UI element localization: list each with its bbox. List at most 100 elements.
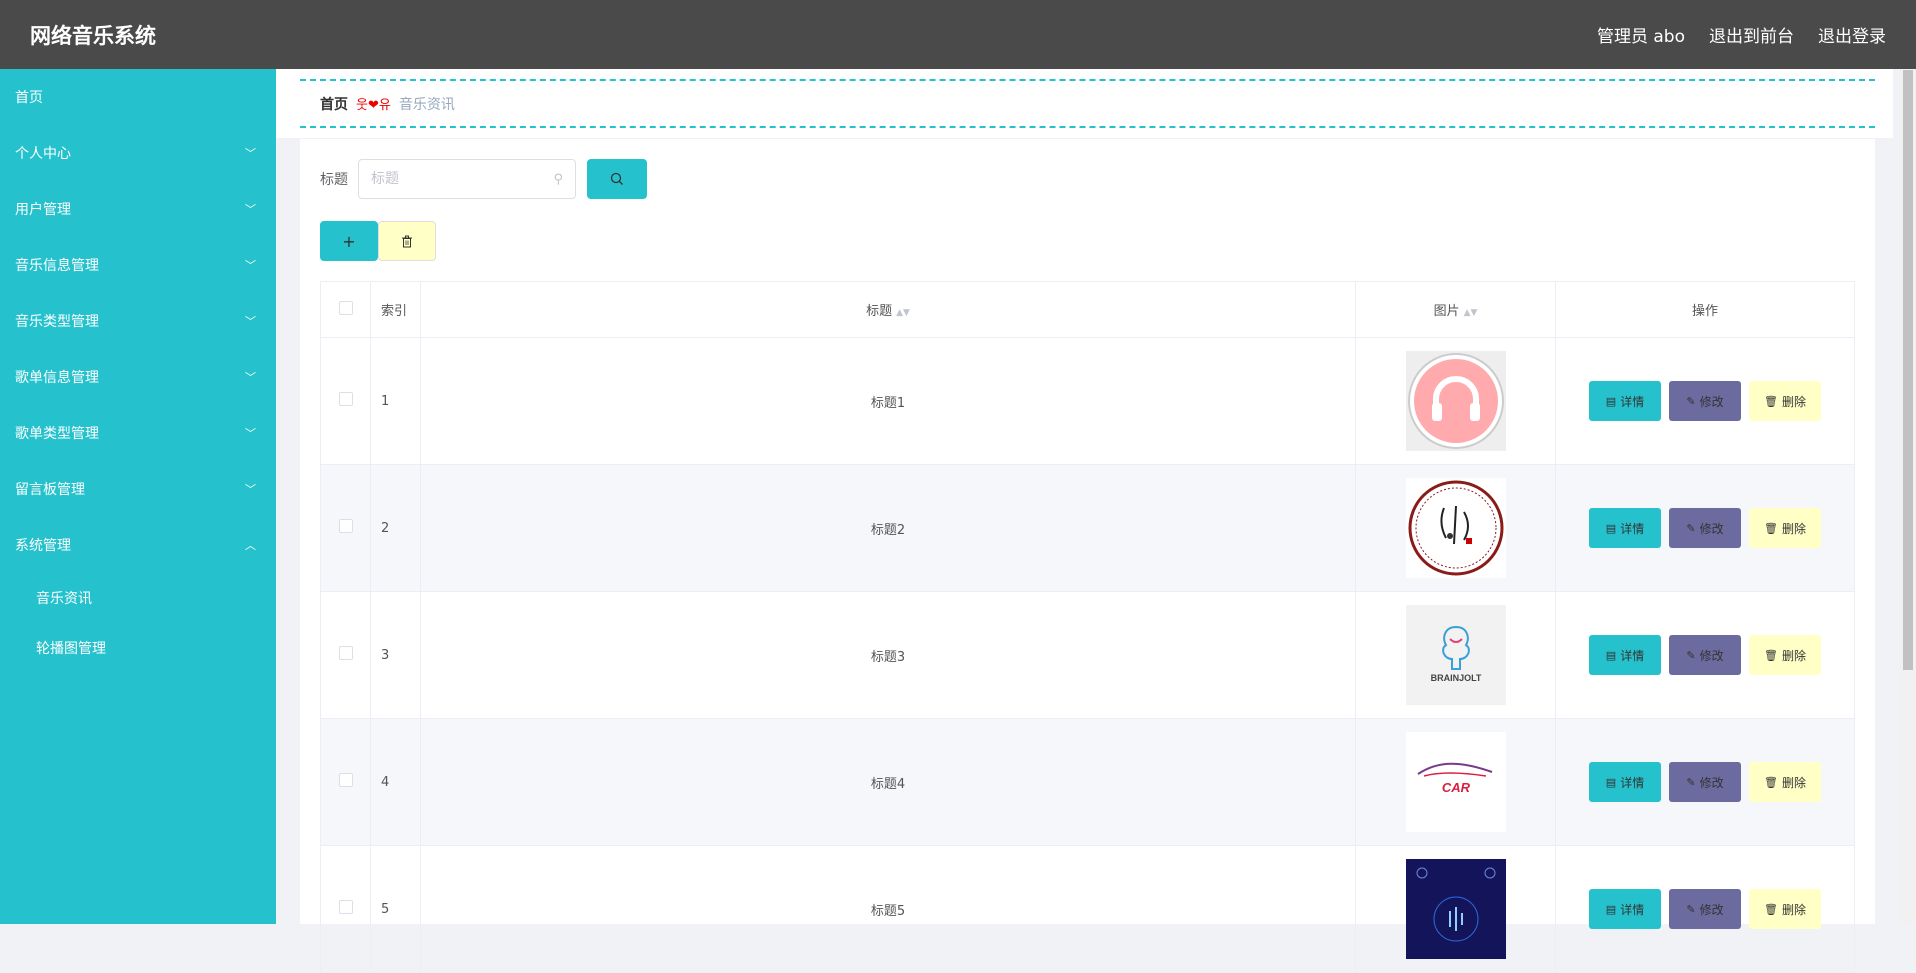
row-action-group: ▤ 详情 ✎ 修改 🗑 删除	[1556, 381, 1854, 421]
main-area: 首页 웃❤유 音乐资讯 标题 ⚲ +	[276, 69, 1893, 973]
sidebar-item-message-board[interactable]: 留言板管理 ﹀	[0, 461, 276, 517]
row-checkbox[interactable]	[338, 773, 353, 787]
chevron-down-icon: ﹀	[245, 427, 256, 440]
sidebar-item-system[interactable]: 系统管理 ︿	[0, 517, 276, 573]
select-all-checkbox[interactable]	[338, 300, 353, 315]
row-actions: ▤ 详情 ✎ 修改 🗑 删除	[1555, 464, 1855, 592]
delete-button[interactable]: 🗑 删除	[1749, 635, 1821, 675]
delete-label: 删除	[1781, 775, 1806, 790]
row-index: 3	[370, 591, 421, 719]
edit-label: 修改	[1699, 775, 1724, 790]
edit-button[interactable]: ✎ 修改	[1669, 381, 1741, 421]
search-input[interactable]	[371, 171, 531, 187]
row-checkbox[interactable]	[338, 392, 353, 406]
sidebar-item-label: 个人中心	[15, 146, 71, 162]
headphones-icon	[1407, 353, 1504, 449]
search-icon: ⚲	[553, 171, 563, 187]
delete-label: 删除	[1781, 648, 1806, 663]
app-title: 网络音乐系统	[30, 23, 156, 48]
chevron-down-icon: ﹀	[245, 147, 256, 160]
delete-button[interactable]: 🗑 删除	[1749, 889, 1821, 929]
sidebar-subitem-carousel[interactable]: 轮播图管理	[0, 623, 276, 673]
row-select-cell	[320, 337, 371, 465]
sidebar-item-label: 留言板管理	[15, 482, 85, 498]
delete-button[interactable]: 🗑 删除	[1749, 381, 1821, 421]
row-image-cell	[1355, 464, 1556, 592]
delete-button[interactable]: 🗑 删除	[1749, 508, 1821, 548]
table-row: 4 标题4 CAR ▤ 详情 ✎ 修改 🗑 删除	[320, 718, 1855, 846]
sidebar-item-playlist-type[interactable]: 歌单类型管理 ﹀	[0, 405, 276, 461]
scrollbar-thumb[interactable]	[1903, 70, 1913, 670]
row-actions: ▤ 详情 ✎ 修改 🗑 删除	[1555, 337, 1855, 465]
image-header-label: 图片	[1433, 304, 1460, 319]
exit-to-front-link[interactable]: 退出到前台	[1709, 22, 1794, 47]
sort-icon[interactable]: ▲▼	[896, 308, 910, 318]
image-header[interactable]: 图片 ▲▼	[1355, 281, 1556, 338]
vertical-scrollbar[interactable]	[1900, 69, 1916, 924]
search-field[interactable]: ⚲	[358, 159, 576, 199]
document-icon: ▤	[1605, 521, 1617, 535]
sidebar: 首页 个人中心 ﹀ 用户管理 ﹀ 音乐信息管理 ﹀ 音乐类型管理 ﹀ 歌单信息管…	[0, 69, 276, 924]
detail-button[interactable]: ▤ 详情	[1589, 635, 1661, 675]
detail-button[interactable]: ▤ 详情	[1589, 508, 1661, 548]
edit-button[interactable]: ✎ 修改	[1669, 635, 1741, 675]
edit-button[interactable]: ✎ 修改	[1669, 889, 1741, 929]
row-title: 标题5	[420, 845, 1356, 973]
row-title: 标题4	[420, 718, 1356, 846]
row-title: 标题3	[420, 591, 1356, 719]
edit-button[interactable]: ✎ 修改	[1669, 508, 1741, 548]
top-bar: 网络音乐系统 管理员 abo 退出到前台 退出登录	[0, 0, 1916, 69]
row-checkbox[interactable]	[338, 519, 353, 533]
search-form: 标题 ⚲	[320, 159, 647, 199]
table-header-row: 索引 标题 ▲▼ 图片 ▲▼ 操作	[320, 281, 1855, 338]
edit-label: 修改	[1699, 902, 1724, 917]
breadcrumb-home[interactable]: 首页	[320, 94, 348, 114]
chevron-down-icon: ﹀	[245, 203, 256, 216]
detail-button[interactable]: ▤ 详情	[1589, 381, 1661, 421]
trash-icon: 🗑	[1764, 394, 1778, 408]
edit-icon: ✎	[1686, 648, 1696, 662]
batch-delete-button[interactable]	[378, 221, 436, 261]
row-checkbox[interactable]	[338, 646, 353, 660]
row-image-cell: BRAINJOLT	[1355, 591, 1556, 719]
sidebar-item-label: 音乐类型管理	[15, 314, 99, 330]
trash-icon: 🗑	[1764, 648, 1778, 662]
sidebar-subitem-music-news[interactable]: 音乐资讯	[0, 573, 276, 623]
title-header[interactable]: 标题 ▲▼	[420, 281, 1356, 338]
row-checkbox[interactable]	[338, 900, 353, 914]
sidebar-subitem-label: 轮播图管理	[36, 641, 106, 657]
detail-button[interactable]: ▤ 详情	[1589, 762, 1661, 802]
select-all-cell	[320, 281, 371, 338]
sidebar-item-music-info[interactable]: 音乐信息管理 ﹀	[0, 237, 276, 293]
toolbar: +	[320, 221, 436, 261]
search-button[interactable]	[587, 159, 647, 199]
edit-label: 修改	[1699, 521, 1724, 536]
search-icon	[610, 172, 623, 185]
sidebar-item-music-type[interactable]: 音乐类型管理 ﹀	[0, 293, 276, 349]
detail-button[interactable]: ▤ 详情	[1589, 889, 1661, 929]
row-image-cell	[1355, 337, 1556, 465]
row-action-group: ▤ 详情 ✎ 修改 🗑 删除	[1556, 762, 1854, 802]
sidebar-item-label: 系统管理	[15, 538, 71, 554]
trash-icon	[402, 235, 412, 247]
logout-link[interactable]: 退出登录	[1818, 22, 1886, 47]
car-logo-icon: CAR	[1416, 762, 1492, 795]
table-row: 3 标题3 BRAINJOLT ▤ 详情 ✎ 修改 🗑 删除	[320, 591, 1855, 719]
seal-logo-icon	[1408, 480, 1503, 576]
table-row: 1 标题1 ▤ 详情 ✎ 修改 🗑 删除	[320, 337, 1855, 465]
actions-header: 操作	[1555, 281, 1855, 338]
edit-icon: ✎	[1686, 775, 1696, 789]
sidebar-item-playlist-info[interactable]: 歌单信息管理 ﹀	[0, 349, 276, 405]
add-button[interactable]: +	[320, 221, 378, 261]
row-index: 5	[370, 845, 421, 973]
sidebar-item-home[interactable]: 首页	[0, 69, 276, 125]
row-image-cell	[1355, 845, 1556, 973]
row-title: 标题1	[420, 337, 1356, 465]
row-actions: ▤ 详情 ✎ 修改 🗑 删除	[1555, 591, 1855, 719]
sidebar-item-personal-center[interactable]: 个人中心 ﹀	[0, 125, 276, 181]
detail-label: 详情	[1620, 521, 1645, 536]
edit-button[interactable]: ✎ 修改	[1669, 762, 1741, 802]
sidebar-item-user-management[interactable]: 用户管理 ﹀	[0, 181, 276, 237]
delete-button[interactable]: 🗑 删除	[1749, 762, 1821, 802]
sort-icon[interactable]: ▲▼	[1464, 308, 1478, 318]
